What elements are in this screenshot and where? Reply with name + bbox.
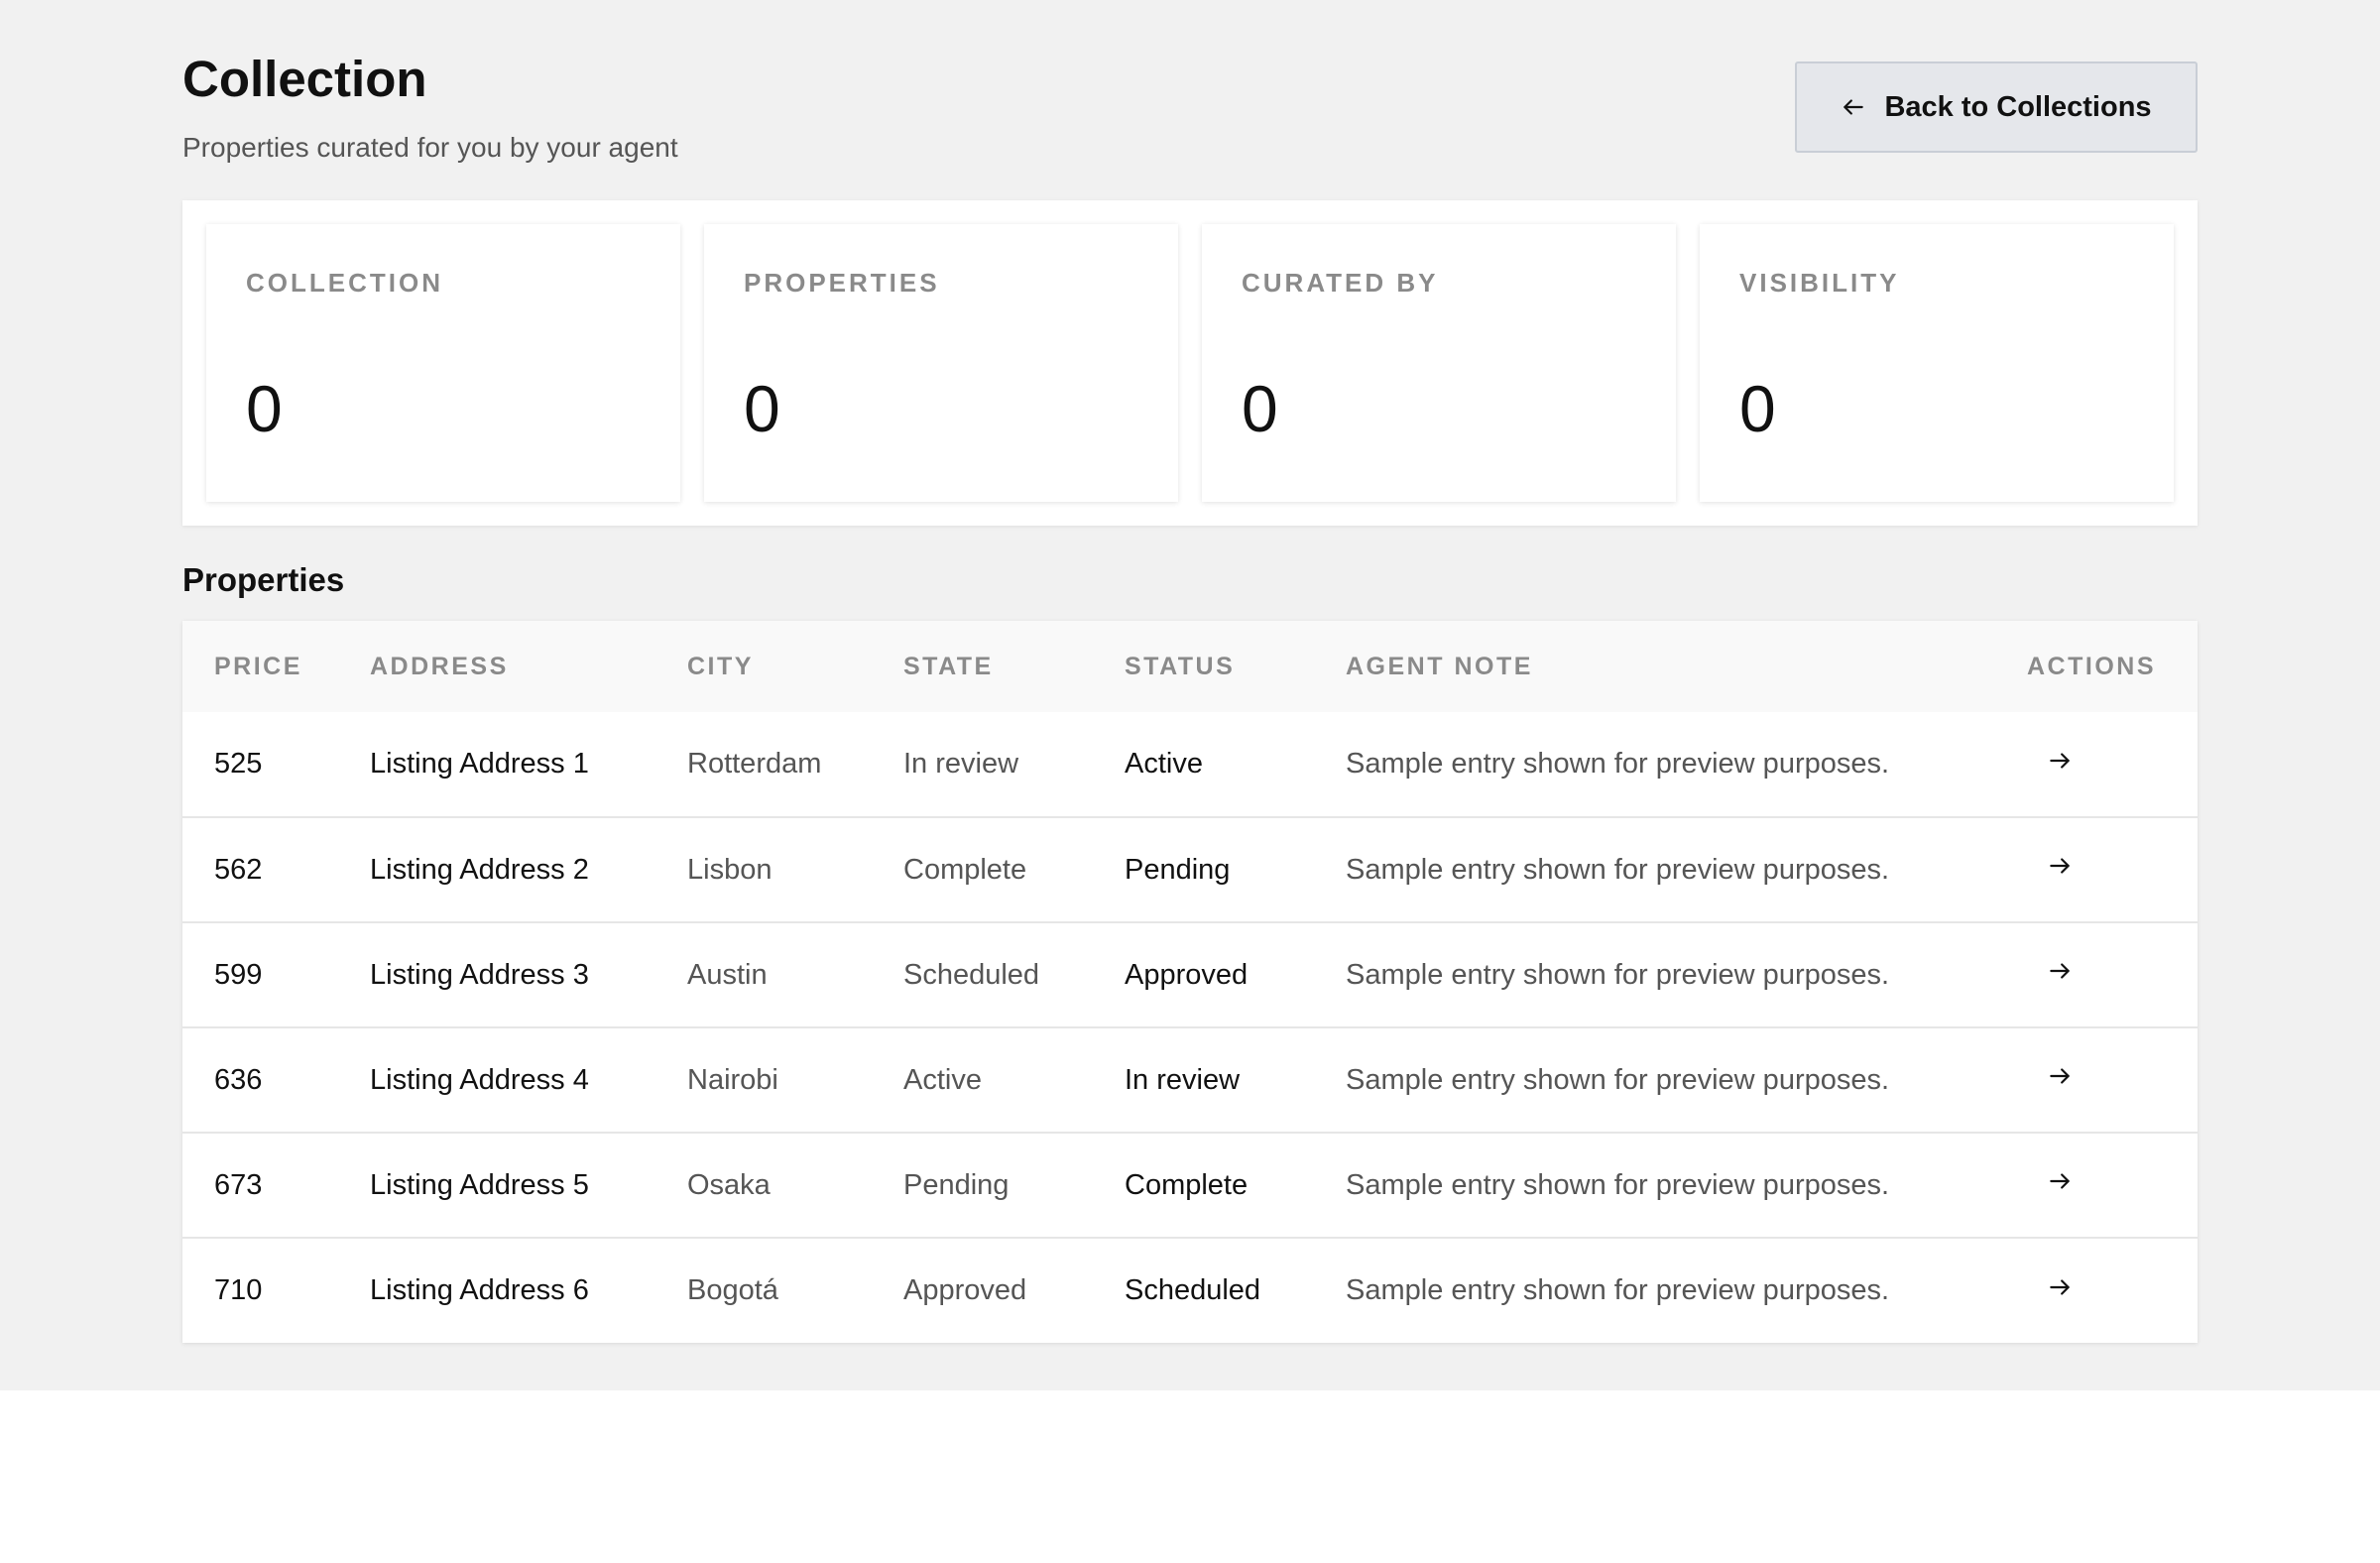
cell-address: Listing Address 6 (370, 1274, 589, 1306)
stat-card-collection: COLLECTION 0 (206, 224, 680, 502)
cell-status: Scheduled (1125, 1274, 1261, 1306)
arrow-right-icon[interactable] (2047, 748, 2073, 774)
stat-label: PROPERTIES (744, 268, 940, 298)
table-row: 673 Listing Address 5 Osaka Pending Comp… (182, 1133, 2198, 1238)
cell-actions (2027, 712, 2198, 817)
cell-city: Lisbon (687, 853, 773, 886)
cell-state: Pending (903, 1168, 1010, 1201)
cell-status: In review (1125, 1063, 1241, 1096)
cell-city: Rotterdam (687, 748, 822, 780)
column-header-state: STATE (903, 652, 994, 680)
cell-state: Approved (903, 1274, 1027, 1306)
cell-agent-note: Sample entry shown for preview purposes. (1346, 748, 1890, 780)
arrow-left-icon (1841, 94, 1866, 120)
table-row: 710 Listing Address 6 Bogotá Approved Sc… (182, 1238, 2198, 1343)
stat-card-visibility: VISIBILITY 0 (1700, 224, 2174, 502)
cell-state: Active (903, 1063, 982, 1096)
cell-state: Complete (903, 853, 1027, 886)
cell-agent-note: Sample entry shown for preview purposes. (1346, 958, 1890, 991)
cell-actions (2027, 817, 2198, 922)
stat-value: 0 (1739, 372, 1776, 445)
properties-table: PRICE ADDRESS CITY STATE STATUS AGENT NO… (182, 621, 2198, 1343)
back-button-label: Back to Collections (1884, 90, 2152, 123)
cell-city: Bogotá (687, 1274, 778, 1306)
cell-price: 562 (214, 853, 263, 886)
table-row: 636 Listing Address 4 Nairobi Active In … (182, 1027, 2198, 1133)
table-row: 525 Listing Address 1 Rotterdam In revie… (182, 712, 2198, 817)
arrow-right-icon[interactable] (2047, 958, 2073, 984)
stat-value: 0 (246, 372, 283, 445)
arrow-right-icon[interactable] (2047, 853, 2073, 879)
main-container: Collection Properties curated for you by… (182, 0, 2198, 1343)
cell-city: Nairobi (687, 1063, 778, 1096)
cell-agent-note: Sample entry shown for preview purposes. (1346, 853, 1890, 886)
column-header-address: ADDRESS (370, 652, 509, 680)
page-title: Collection (182, 51, 427, 107)
cell-actions (2027, 922, 2198, 1027)
cell-agent-note: Sample entry shown for preview purposes. (1346, 1274, 1890, 1306)
cell-address: Listing Address 5 (370, 1168, 589, 1201)
cell-actions (2027, 1027, 2198, 1133)
cell-price: 710 (214, 1274, 263, 1306)
table-body: 525 Listing Address 1 Rotterdam In revie… (182, 712, 2198, 1343)
cell-address: Listing Address 3 (370, 958, 589, 991)
cell-city: Osaka (687, 1168, 771, 1201)
properties-table-panel: PRICE ADDRESS CITY STATE STATUS AGENT NO… (182, 621, 2198, 1343)
column-header-city: CITY (687, 652, 754, 680)
stat-label: CURATED BY (1242, 268, 1439, 298)
table-row: 599 Listing Address 3 Austin Scheduled A… (182, 922, 2198, 1027)
cell-status: Approved (1125, 958, 1249, 991)
stat-card-properties: PROPERTIES 0 (704, 224, 1178, 502)
cell-state: In review (903, 748, 1019, 780)
stat-card-curated-by: CURATED BY 0 (1202, 224, 1676, 502)
cell-city: Austin (687, 958, 768, 991)
page-header: Collection Properties curated for you by… (182, 0, 2198, 198)
cell-address: Listing Address 4 (370, 1063, 589, 1096)
column-header-status: STATUS (1125, 652, 1236, 680)
column-header-actions: ACTIONS (2027, 652, 2156, 680)
stats-panel: COLLECTION 0 PROPERTIES 0 CURATED BY 0 V… (182, 200, 2198, 526)
arrow-right-icon[interactable] (2047, 1274, 2073, 1300)
cell-price: 599 (214, 958, 263, 991)
column-header-agent-note: AGENT NOTE (1346, 652, 1533, 680)
arrow-right-icon[interactable] (2047, 1168, 2073, 1194)
stat-label: COLLECTION (246, 268, 443, 298)
cell-price: 673 (214, 1168, 263, 1201)
table-header-row: PRICE ADDRESS CITY STATE STATUS AGENT NO… (182, 621, 2198, 712)
cell-status: Complete (1125, 1168, 1249, 1201)
stat-value: 0 (1242, 372, 1278, 445)
cell-price: 525 (214, 748, 263, 780)
back-to-collections-button[interactable]: Back to Collections (1795, 61, 2198, 153)
cell-agent-note: Sample entry shown for preview purposes. (1346, 1063, 1890, 1096)
cell-status: Pending (1125, 853, 1231, 886)
page-subtitle: Properties curated for you by your agent (182, 132, 678, 163)
table-header: PRICE ADDRESS CITY STATE STATUS AGENT NO… (182, 621, 2198, 712)
arrow-right-icon[interactable] (2047, 1063, 2073, 1089)
cell-state: Scheduled (903, 958, 1040, 991)
cell-price: 636 (214, 1063, 263, 1096)
stat-label: VISIBILITY (1739, 268, 1900, 298)
cell-address: Listing Address 2 (370, 853, 589, 886)
stat-value: 0 (744, 372, 780, 445)
cell-status: Active (1125, 748, 1203, 780)
table-row: 562 Listing Address 2 Lisbon Complete Pe… (182, 817, 2198, 922)
properties-section-title: Properties (182, 561, 345, 598)
column-header-price: PRICE (214, 652, 302, 680)
cell-actions (2027, 1133, 2198, 1238)
cell-agent-note: Sample entry shown for preview purposes. (1346, 1168, 1890, 1201)
cell-address: Listing Address 1 (370, 748, 589, 780)
cell-actions (2027, 1238, 2198, 1343)
